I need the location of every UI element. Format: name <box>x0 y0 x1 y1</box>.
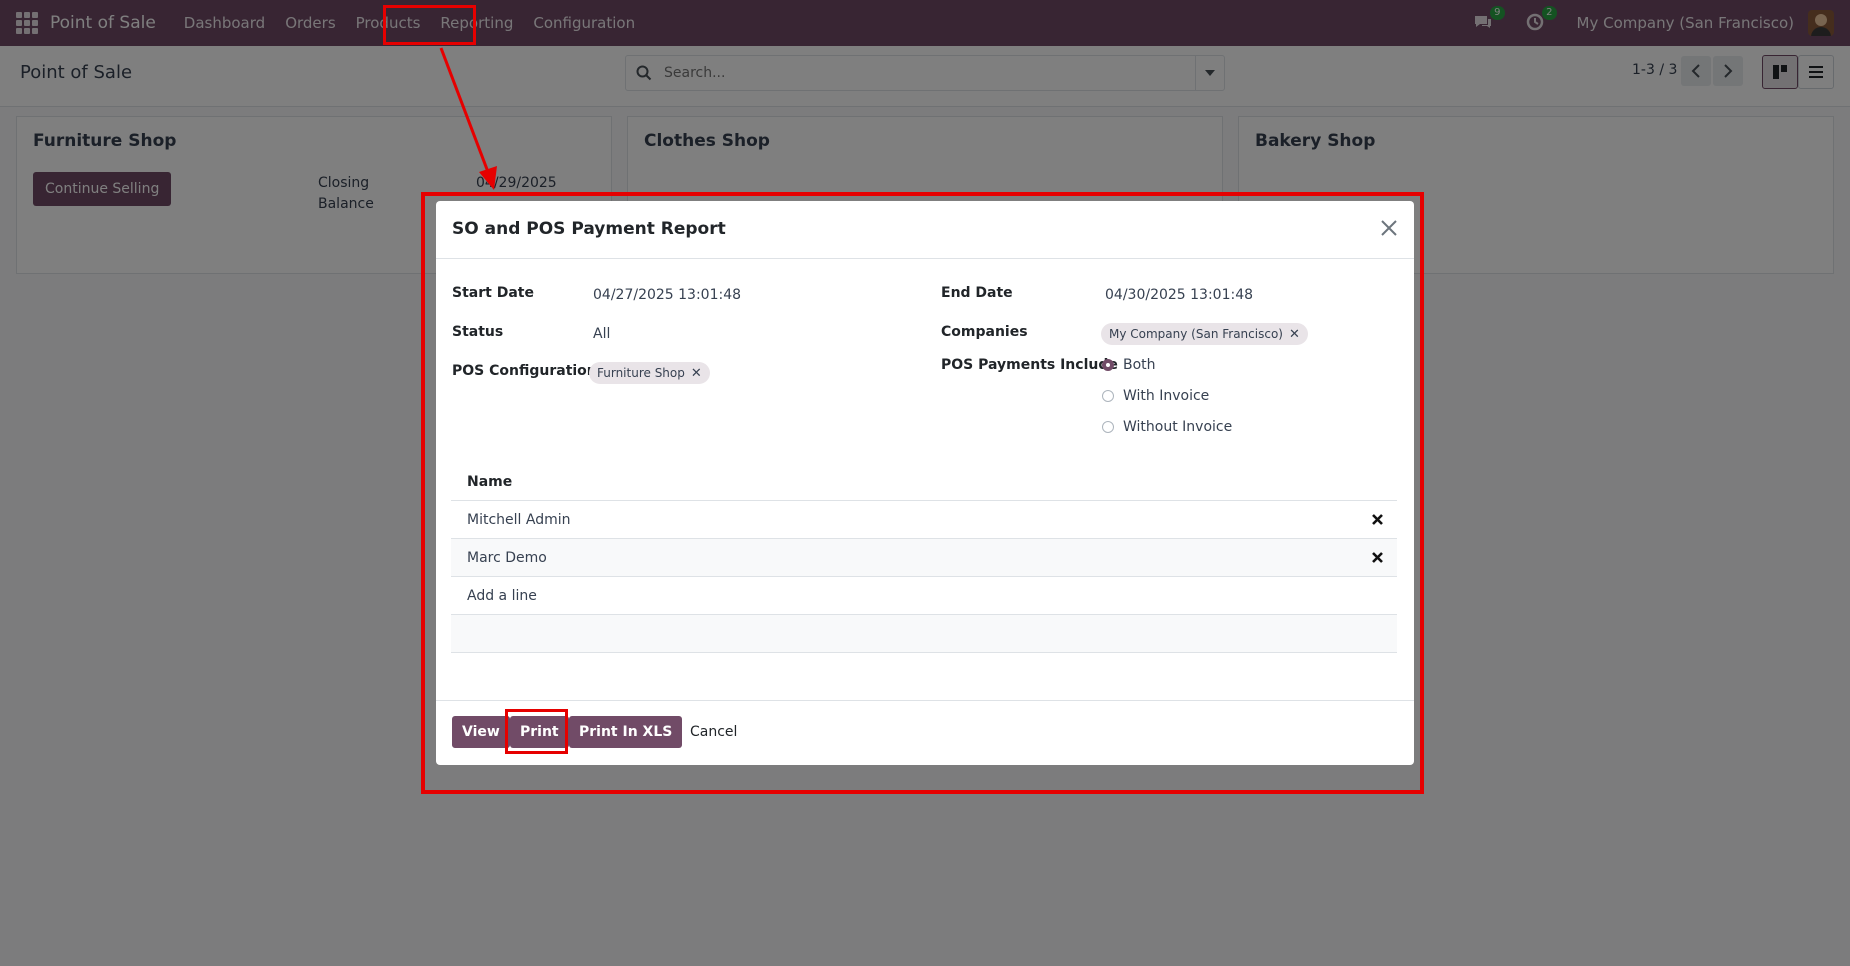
reporting-highlight-box <box>383 5 476 45</box>
dialog-highlight-box <box>421 192 1424 794</box>
print-highlight-box <box>505 709 568 754</box>
